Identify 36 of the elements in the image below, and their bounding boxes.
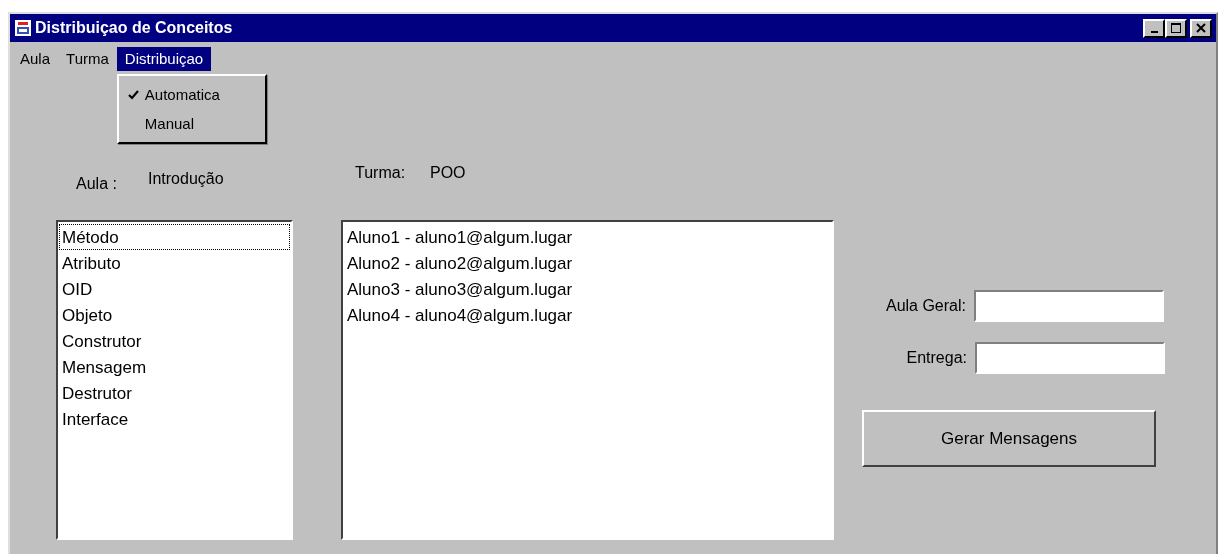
minimize-icon [1150,31,1158,33]
student-list[interactable]: Aluno1 - aluno1@algum.lugar Aluno2 - aluno2@algum.lugar Aluno3 - aluno3@algum.lugar Aluno4 - aluno4@algum.lugar [341,220,834,540]
list-item[interactable]: Atributo [59,250,290,276]
list-item[interactable]: Destrutor [59,380,290,406]
list-item[interactable]: Aluno3 - aluno3@algum.lugar [344,276,831,302]
list-item[interactable]: OID [59,276,290,302]
field-label: Aula Geral: [885,297,966,315]
list-item[interactable]: Mensagem [59,354,290,380]
maximize-icon [1171,23,1181,33]
menu-item[interactable]: Distribuiçao [116,47,212,71]
close-icon [1196,23,1206,33]
app-icon [14,19,32,37]
turma-value: POO [430,164,466,182]
list-item[interactable]: Construtor [59,328,290,354]
menu-option[interactable]: Automatica [118,80,265,109]
maximize-button[interactable] [1165,18,1187,38]
turma-label: Turma: [355,164,406,182]
list-item[interactable]: Aluno1 - aluno1@algum.lugar [344,224,831,250]
minimize-button[interactable] [1143,18,1165,38]
aula-value: Introdução [148,170,224,188]
list-item[interactable]: Aluno2 - aluno2@algum.lugar [344,250,831,276]
menu-item[interactable]: Aula [12,47,59,71]
window-title: Distribuiçao de Conceitos [35,19,234,37]
aula-label: Aula : [76,175,117,193]
input-field[interactable] [974,290,1164,322]
list-item[interactable]: Aluno4 - aluno4@algum.lugar [344,302,831,328]
list-item[interactable]: Interface [59,406,290,432]
list-item[interactable]: Objeto [59,302,290,328]
menu-item[interactable]: Turma [58,47,117,71]
close-button[interactable] [1190,18,1212,38]
concept-list[interactable]: Método Atributo OID Objeto Construtor Mensagem Destrutor Interface [56,220,293,540]
generate-button[interactable]: Gerar Mensagens [862,410,1156,467]
menu-option[interactable]: Manual [118,109,265,138]
input-field[interactable] [975,342,1165,374]
field-label: Entrega: [906,349,967,367]
list-item[interactable]: Método [59,224,290,250]
